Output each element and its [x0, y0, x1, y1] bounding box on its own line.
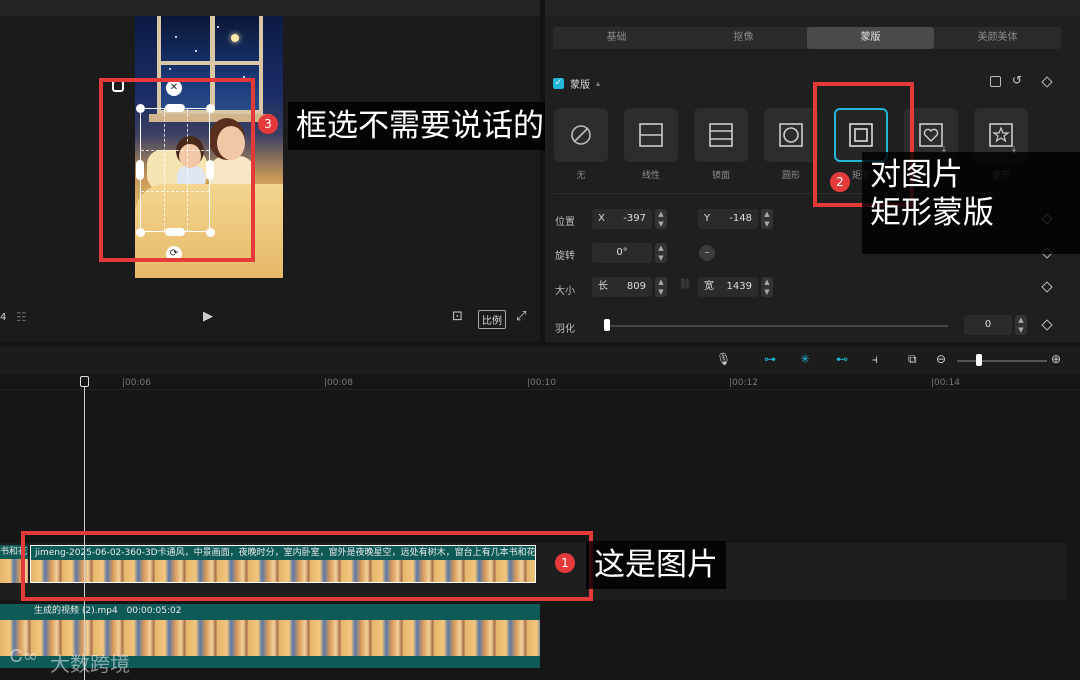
tab-mask[interactable]: 蒙版	[807, 27, 934, 49]
feather-stepper[interactable]: ▲ ▼	[1015, 315, 1027, 335]
preview-top-strip	[0, 0, 540, 16]
playhead[interactable]	[84, 376, 85, 680]
width-field[interactable]: 宽 1439	[698, 277, 758, 297]
reset-icon[interactable]: ↺	[1012, 73, 1022, 87]
x-axis-label: X	[598, 213, 605, 224]
playhead-handle[interactable]	[80, 376, 89, 387]
mask-section-title: 蒙版	[570, 79, 590, 91]
y-value: -148	[729, 213, 752, 224]
video-clip-duration: 00:00:05:02	[126, 606, 182, 616]
feather-value: 0	[984, 319, 992, 330]
feather-slider[interactable]	[606, 325, 948, 327]
ruler-tick: |00:08	[324, 378, 353, 388]
x-value: -397	[623, 213, 646, 224]
feather-slider-knob[interactable]	[604, 319, 610, 331]
position-y-field[interactable]: Y -148	[698, 209, 758, 229]
linear-icon	[639, 123, 663, 147]
star-dot	[195, 50, 197, 52]
moon-illustration	[231, 34, 239, 42]
rotate-dial-icon[interactable]: –	[699, 245, 715, 261]
annotation-text-1: 这是图片	[586, 541, 726, 589]
x-stepper[interactable]: ▲ ▼	[655, 209, 667, 229]
ruler-tick: |00:14	[931, 378, 960, 388]
size-label: 大小	[555, 286, 575, 297]
mask-option-linear[interactable]	[624, 108, 678, 162]
mirror-icon	[709, 123, 733, 147]
mask-label-linear: 线性	[641, 171, 660, 181]
microphone-icon[interactable]: 🎙	[716, 352, 731, 366]
annotation-text-2: 对图片 矩形蒙版	[862, 152, 1080, 254]
ruler-tick: |00:06	[122, 378, 151, 388]
zoom-slider[interactable]	[957, 360, 1047, 362]
snap-icon[interactable]: ✳	[800, 352, 810, 366]
mask-option-none[interactable]	[554, 108, 608, 162]
link-clips-icon[interactable]: ⊶	[764, 352, 776, 366]
zoom-slider-knob[interactable]	[976, 354, 982, 366]
screenshot-icon[interactable]: ⊡	[452, 309, 463, 324]
rotate-label: 旋转	[555, 251, 575, 262]
inspector-top-strip	[545, 0, 1080, 16]
video-clip-info: 生成的视频 (2).mp4 00:00:05:02	[0, 604, 540, 618]
video-clip-title: 生成的视频 (2).mp4	[34, 606, 118, 616]
mask-enable-checkbox[interactable]: ✓	[553, 77, 564, 89]
position-x-field[interactable]: X -397	[592, 209, 652, 229]
tab-basic[interactable]: 基础	[553, 27, 680, 49]
star-dot	[217, 26, 219, 28]
feather-label: 羽化	[555, 324, 575, 335]
annotation-number-2: 2	[830, 172, 850, 192]
y-axis-label: Y	[704, 213, 711, 224]
position-label: 位置	[555, 217, 575, 228]
split-icon[interactable]: ⫞	[872, 352, 878, 367]
zoom-out-icon[interactable]: ⊖	[936, 352, 946, 366]
width-value: 1439	[726, 281, 752, 292]
circle-icon	[779, 123, 803, 147]
mask-label-none: 无	[576, 171, 586, 181]
watermark-logo: Ꮯ∞	[10, 646, 38, 667]
timeline-toolbar	[0, 346, 1080, 374]
width-stepper[interactable]: ▲ ▼	[761, 277, 773, 297]
length-label: 长	[598, 281, 608, 292]
frame-counter: 4	[0, 312, 7, 323]
annotation-box-3	[99, 78, 255, 262]
linkage-icon[interactable]: ⊷	[836, 352, 848, 366]
link-ratio-icon[interactable]: ⛓	[679, 279, 692, 290]
ruler-tick: |00:10	[527, 378, 556, 388]
star-icon	[989, 123, 1013, 147]
none-icon	[571, 125, 591, 145]
preview-axis-icon[interactable]: ⧉	[908, 352, 917, 367]
play-icon[interactable]: ▶	[203, 309, 213, 324]
edit-mask-icon[interactable]	[990, 76, 1001, 87]
collapse-icon[interactable]: ▴	[596, 79, 600, 88]
star-dot	[175, 36, 177, 38]
tab-beauty[interactable]: 美颜美体	[934, 27, 1061, 49]
rotate-value: 0°	[616, 247, 628, 258]
width-label: 宽	[704, 281, 714, 292]
star-dot	[169, 68, 171, 70]
length-stepper[interactable]: ▲ ▼	[655, 277, 667, 297]
zoom-in-icon[interactable]: ⊕	[1051, 352, 1061, 366]
y-stepper[interactable]: ▲ ▼	[761, 209, 773, 229]
mask-label-circle: 圆形	[781, 171, 800, 181]
rotate-field[interactable]: 0°	[592, 243, 652, 263]
mask-section-header: ✓ 蒙版 ▴	[553, 74, 600, 92]
tab-cutout[interactable]: 抠像	[680, 27, 807, 49]
annotation-box-1	[21, 531, 593, 601]
mask-option-circle[interactable]	[764, 108, 818, 162]
watermark-text: 大数跨境	[50, 652, 130, 676]
annotation-number-3: 3	[258, 114, 278, 134]
length-value: 809	[626, 281, 646, 292]
mask-label-mirror: 镜面	[711, 171, 730, 181]
inspector-tab-bar: 基础 抠像 蒙版 美颜美体	[553, 27, 1061, 49]
grid-view-icon[interactable]: ☷	[16, 310, 27, 324]
fullscreen-icon[interactable]: ⤢	[516, 309, 526, 324]
rotate-stepper[interactable]: ▲ ▼	[655, 243, 667, 263]
length-field[interactable]: 长 809	[592, 277, 652, 297]
heart-icon	[919, 123, 943, 147]
ratio-button[interactable]: 比例	[478, 310, 506, 329]
annotation-number-1: 1	[555, 553, 575, 573]
feather-field[interactable]: 0	[964, 315, 1012, 335]
ruler-tick: |00:12	[729, 378, 758, 388]
mask-option-mirror[interactable]	[694, 108, 748, 162]
